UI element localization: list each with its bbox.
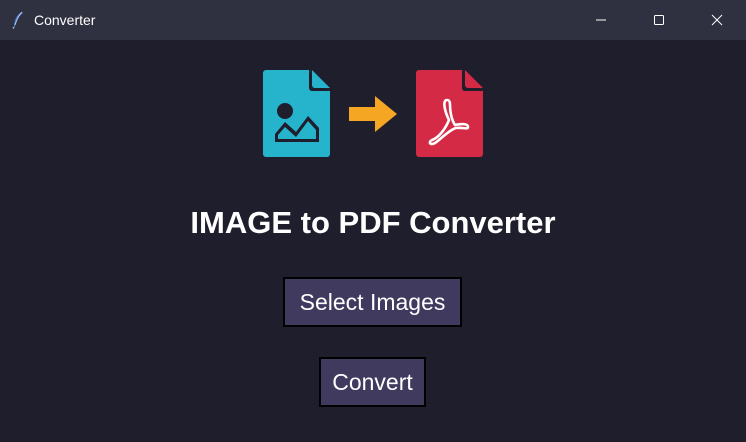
convert-button[interactable]: Convert — [319, 357, 426, 407]
close-button[interactable] — [688, 0, 746, 40]
image-file-icon — [263, 70, 330, 157]
title-bar[interactable]: Converter — [0, 0, 746, 40]
window-title: Converter — [34, 12, 96, 28]
pdf-file-icon — [416, 70, 483, 157]
main-content: IMAGE to PDF Converter Select Images Con… — [0, 40, 746, 442]
right-arrow-icon — [349, 96, 397, 132]
close-icon — [711, 14, 723, 26]
feather-icon — [12, 11, 23, 29]
maximize-button[interactable] — [630, 0, 688, 40]
maximize-icon — [654, 15, 664, 25]
minimize-icon — [596, 19, 606, 21]
minimize-button[interactable] — [572, 0, 630, 40]
app-window: Converter IMAGE to PDF Converter Select … — [0, 0, 746, 442]
page-title: IMAGE to PDF Converter — [190, 205, 556, 240]
select-images-button[interactable]: Select Images — [283, 277, 462, 327]
